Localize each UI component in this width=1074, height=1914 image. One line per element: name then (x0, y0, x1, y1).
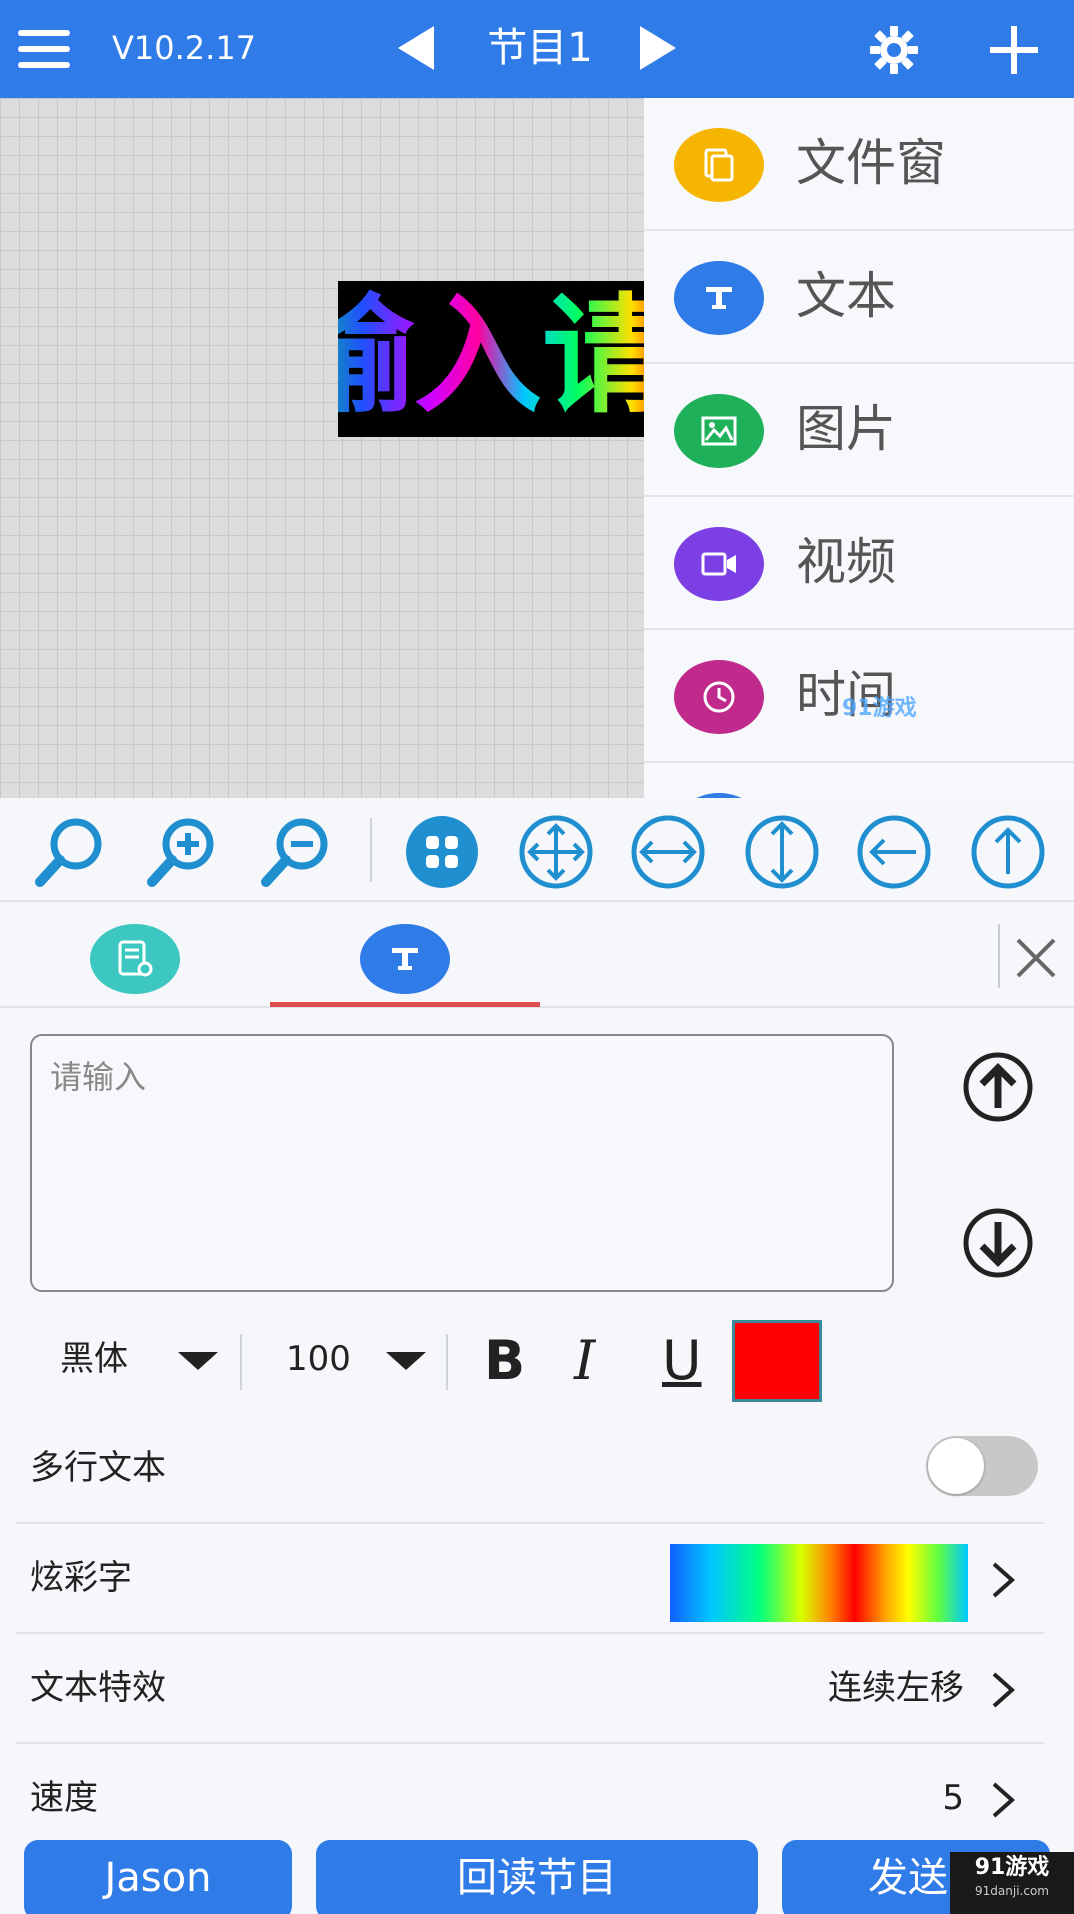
colorful-text-label: 炫彩字 (30, 1558, 132, 1598)
menu-item-label: 文件窗 (796, 134, 946, 192)
readback-program-button[interactable]: 回读节目 (316, 1840, 758, 1914)
colorful-gradient-preview (670, 1544, 968, 1622)
video-icon (674, 527, 764, 601)
move-up-icon[interactable] (958, 1052, 1038, 1122)
multiline-row: 多行文本 (16, 1414, 1044, 1524)
tab-program-settings[interactable] (90, 924, 180, 994)
image-icon (674, 394, 764, 468)
speed-row[interactable]: 速度 5 (16, 1744, 1044, 1854)
menu-item-dial[interactable]: 表盘 (644, 763, 1074, 798)
grid-icon[interactable] (402, 814, 482, 890)
canvas-preview-text: 输入请 (338, 287, 644, 427)
zoom-out-icon[interactable] (256, 814, 336, 890)
search-icon[interactable] (30, 814, 110, 890)
chevron-down-icon[interactable] (178, 1352, 218, 1370)
active-tab-indicator (270, 1002, 540, 1007)
prev-program-button[interactable] (398, 26, 434, 70)
site-logo-sub: 91danji.com (975, 1884, 1049, 1898)
multiline-label: 多行文本 (30, 1448, 166, 1488)
tab-text[interactable] (360, 924, 450, 994)
chevron-down-icon[interactable] (386, 1352, 426, 1370)
arrow-left-icon[interactable] (854, 814, 934, 890)
menu-item-label: 文本 (796, 267, 896, 325)
clock-icon (674, 660, 764, 734)
site-logo-main: 91游戏 (974, 1855, 1050, 1880)
underline-button[interactable]: U (662, 1330, 702, 1392)
text-effect-row[interactable]: 文本特效 连续左移 (16, 1634, 1044, 1744)
toggle-knob (928, 1438, 984, 1494)
speed-label: 速度 (30, 1778, 98, 1818)
canvas-text-element[interactable]: 输入请 (338, 281, 644, 437)
property-tabs (0, 904, 1074, 1008)
document-settings-icon (118, 940, 153, 977)
bold-button[interactable]: B (484, 1330, 525, 1392)
menu-item-video[interactable]: 视频 (644, 497, 1074, 630)
chevron-right-icon[interactable] (988, 1780, 1018, 1820)
format-divider (240, 1334, 242, 1390)
gear-icon[interactable] (868, 24, 920, 76)
toolbar-divider (370, 818, 372, 882)
tab-divider (998, 924, 1000, 988)
move-all-icon[interactable] (516, 814, 596, 890)
menu-item-file-window[interactable]: 文件窗 (644, 98, 1074, 231)
zoom-in-icon[interactable] (142, 814, 222, 890)
text-format-row: 黑体 100 B I U (0, 1316, 1074, 1406)
move-down-icon[interactable] (958, 1208, 1038, 1278)
colorful-text-row[interactable]: 炫彩字 (16, 1524, 1044, 1634)
arrow-up-icon[interactable] (968, 814, 1048, 890)
text-effect-value: 连续左移 (828, 1668, 964, 1708)
close-icon[interactable] (1014, 936, 1058, 980)
site-logo: 91游戏 91danji.com (950, 1852, 1074, 1914)
menu-item-label: 图片 (796, 400, 896, 458)
text-icon (674, 261, 764, 335)
horizontal-arrows-icon[interactable] (628, 814, 708, 890)
menu-item-text[interactable]: 文本 (644, 231, 1074, 364)
next-program-button[interactable] (640, 26, 676, 70)
speed-value: 5 (942, 1778, 964, 1818)
text-content-input[interactable] (30, 1034, 894, 1292)
menu-icon[interactable] (18, 30, 70, 68)
font-size-select[interactable]: 100 (286, 1334, 351, 1384)
menu-item-image[interactable]: 图片 (644, 364, 1074, 497)
vertical-arrows-icon[interactable] (742, 814, 822, 890)
menu-item-label: 视频 (796, 533, 896, 591)
italic-button[interactable]: I (574, 1330, 595, 1392)
text-effect-label: 文本特效 (30, 1668, 166, 1708)
chevron-right-icon[interactable] (988, 1670, 1018, 1710)
app-version: V10.2.17 (112, 29, 257, 67)
app-root: V10.2.17 节目1 输入请 文件窗 文本 图片 视频 时间 91游戏 请输… (0, 0, 1074, 1914)
add-icon[interactable] (988, 24, 1040, 76)
program-canvas[interactable]: 输入请 (0, 98, 644, 798)
program-title: 节目1 (487, 25, 593, 71)
font-family-select[interactable]: 黑体 (60, 1334, 128, 1384)
top-bar: V10.2.17 节目1 (0, 0, 1074, 98)
watermark: 91游戏 (842, 696, 917, 721)
file-window-icon (674, 128, 764, 202)
text-color-swatch[interactable] (732, 1320, 822, 1402)
canvas-toolbar (0, 798, 1074, 902)
chevron-right-icon[interactable] (988, 1560, 1018, 1600)
jason-button[interactable]: Jason (24, 1840, 292, 1914)
text-icon (392, 948, 418, 970)
format-divider (446, 1334, 448, 1390)
multiline-toggle[interactable] (926, 1436, 1038, 1496)
